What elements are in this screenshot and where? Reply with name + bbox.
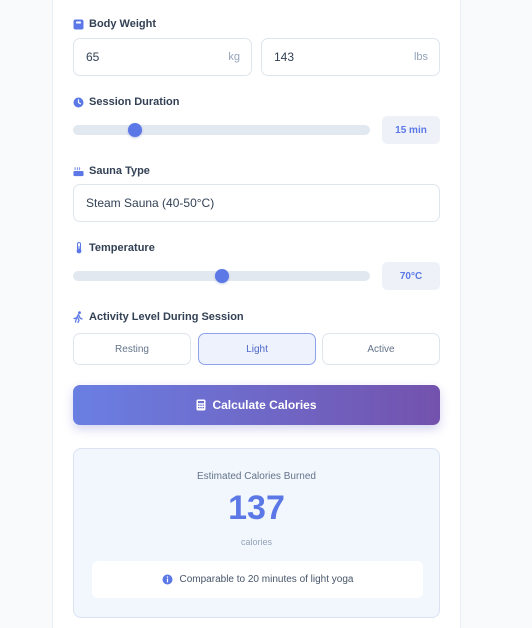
info-icon: [162, 574, 173, 585]
sauna-type-selected: Steam Sauna (40-50°C): [86, 196, 215, 210]
calculate-calories-button[interactable]: Calculate Calories: [73, 385, 440, 425]
sauna-type-label: Sauna Type: [73, 165, 150, 177]
weight-kg-value: 65: [86, 50, 100, 64]
weight-scale-icon: [73, 19, 84, 30]
result-panel: Estimated Calories Burned 137 calories C…: [73, 448, 440, 618]
running-person-icon: [73, 311, 84, 323]
activity-option-active[interactable]: Active: [322, 333, 440, 365]
comparison-note: Comparable to 20 minutes of light yoga: [92, 561, 423, 598]
weight-lbs-value: 143: [274, 50, 295, 64]
sauna-type-select[interactable]: Steam Sauna (40-50°C): [73, 184, 440, 222]
calories-unit: calories: [240, 537, 272, 547]
hot-tub-icon: [73, 166, 84, 177]
temperature-slider-thumb[interactable]: [214, 269, 229, 283]
duration-value-badge: 15 min: [382, 116, 440, 144]
clock-icon: [73, 97, 84, 108]
duration-slider[interactable]: [73, 123, 370, 137]
calculate-button-label: Calculate Calories: [212, 398, 317, 412]
weight-lbs-input[interactable]: 143 lbs: [261, 38, 440, 76]
activity-level-label: Activity Level During Session: [73, 311, 244, 323]
result-title: Estimated Calories Burned: [197, 471, 316, 482]
calculator-icon: [196, 399, 206, 411]
weight-kg-input[interactable]: 65 kg: [73, 38, 252, 76]
temperature-slider[interactable]: [73, 269, 370, 283]
temperature-label: Temperature: [73, 242, 155, 254]
lbs-unit-label: lbs: [413, 51, 428, 63]
activity-option-resting[interactable]: Resting: [73, 333, 191, 365]
temperature-value-badge: 70°C: [382, 262, 440, 290]
activity-option-light[interactable]: Light: [198, 333, 316, 365]
comparison-note-text: Comparable to 20 minutes of light yoga: [179, 574, 354, 585]
kg-unit-label: kg: [228, 51, 240, 63]
session-duration-label: Session Duration: [73, 96, 179, 108]
body-weight-label: Body Weight: [73, 18, 156, 30]
calories-value: 137: [228, 489, 285, 527]
thermometer-icon: [73, 242, 84, 254]
duration-slider-thumb[interactable]: [128, 123, 143, 137]
